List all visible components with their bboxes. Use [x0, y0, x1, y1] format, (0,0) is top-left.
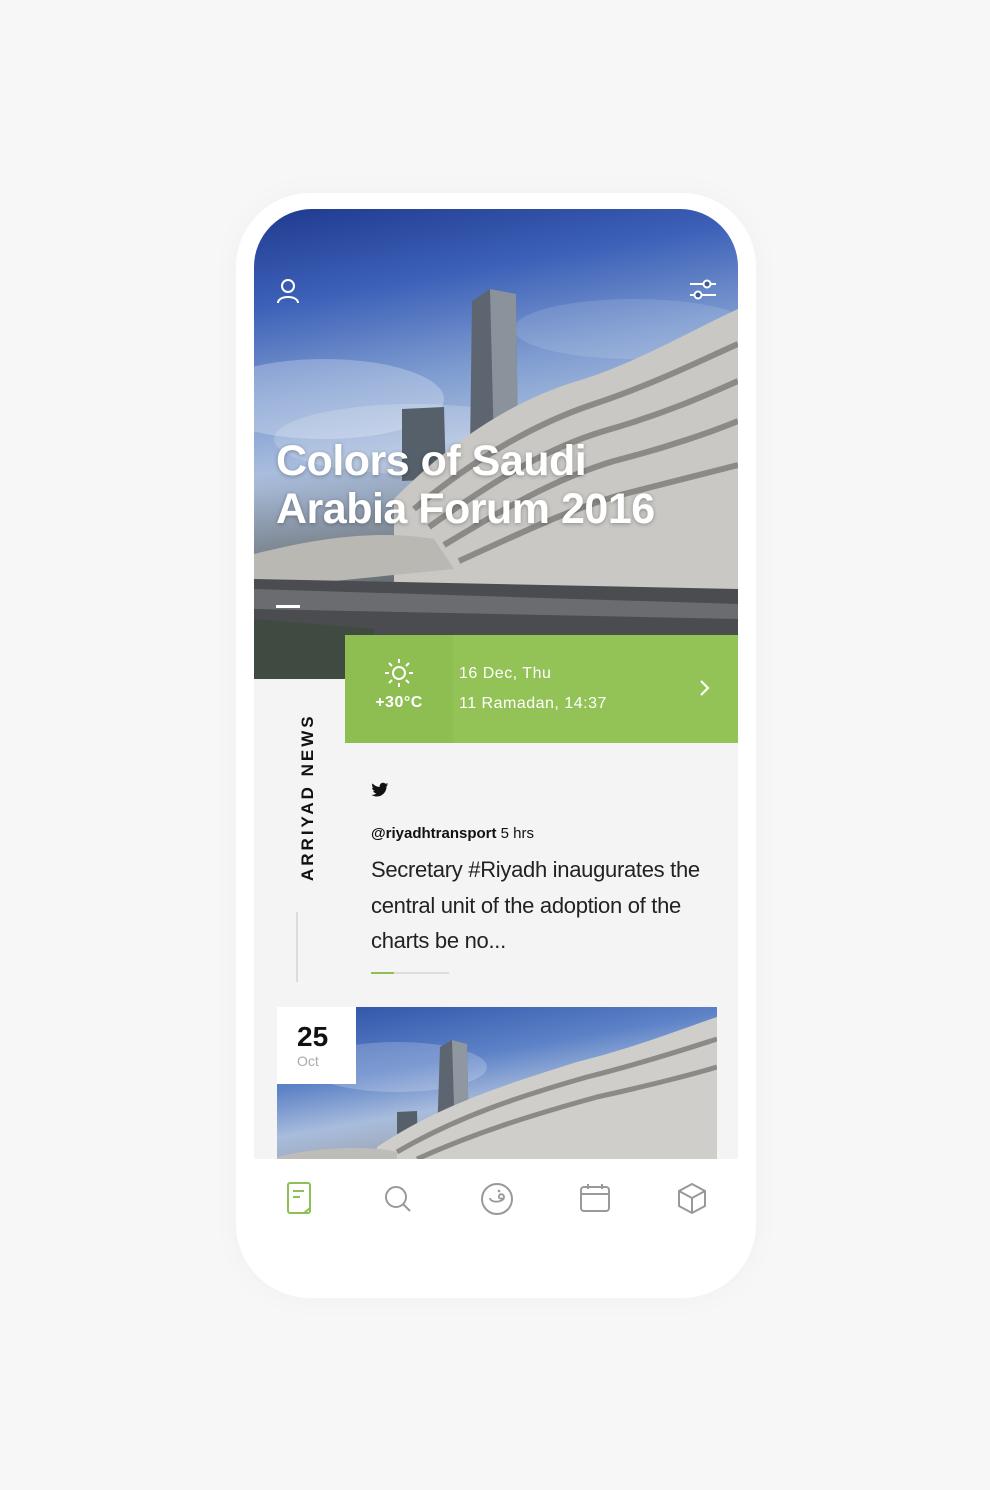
- card-month: Oct: [297, 1053, 319, 1069]
- news-progress: [371, 972, 449, 974]
- nav-arabic[interactable]: [477, 1179, 517, 1219]
- gregorian-date: 16 Dec, Thu: [459, 665, 552, 682]
- nav-search[interactable]: [378, 1179, 418, 1219]
- hero-banner[interactable]: Colors of Saudi Arabia Forum 2016: [254, 209, 738, 679]
- nav-calendar[interactable]: [575, 1179, 615, 1219]
- card-date-tile: 25 Oct: [277, 1007, 356, 1084]
- user-icon: [277, 279, 299, 304]
- weather-date-bar[interactable]: +30°C 16 Dec, Thu 11 Ramadan, 14:37: [345, 635, 738, 743]
- search-icon: [385, 1186, 411, 1212]
- news-icon: [287, 1182, 311, 1214]
- nav-news[interactable]: [280, 1179, 320, 1219]
- news-card[interactable]: 25 Oct: [277, 1007, 717, 1167]
- card-day: 25: [297, 1021, 329, 1052]
- calendar-icon: [580, 1184, 610, 1212]
- twitter-icon: [371, 782, 389, 797]
- sliders-icon: [690, 279, 716, 300]
- weather-cell: +30°C: [345, 635, 453, 743]
- app-screen: Colors of Saudi Arabia Forum 2016 +30°C …: [254, 209, 738, 1277]
- tweet-handle[interactable]: @riyadhtransport: [371, 825, 496, 842]
- arabic-letter-icon: [481, 1183, 513, 1215]
- hero-title: Colors of Saudi Arabia Forum 2016: [276, 437, 655, 533]
- section-label: ARRIYAD NEWS: [298, 713, 317, 881]
- profile-button[interactable]: [274, 277, 302, 305]
- cube-icon: [678, 1182, 706, 1215]
- tweet-meta: @riyadhtransport 5 hrs: [371, 825, 534, 842]
- news-progress-fill: [371, 972, 395, 974]
- sun-icon: [385, 659, 413, 687]
- slide-indicator: [276, 605, 300, 608]
- filter-button[interactable]: [688, 277, 718, 305]
- tweet-text[interactable]: Secretary #Riyadh inaugurates the centra…: [371, 852, 716, 959]
- chevron-right-icon: [700, 680, 710, 696]
- section-divider: [296, 912, 298, 982]
- tweet-time: 5 hrs: [500, 825, 535, 842]
- hijri-date-time: 11 Ramadan, 14:37: [459, 695, 607, 712]
- nav-cube[interactable]: [672, 1179, 712, 1219]
- temperature: +30°C: [375, 694, 423, 711]
- bottom-nav: [254, 1159, 738, 1277]
